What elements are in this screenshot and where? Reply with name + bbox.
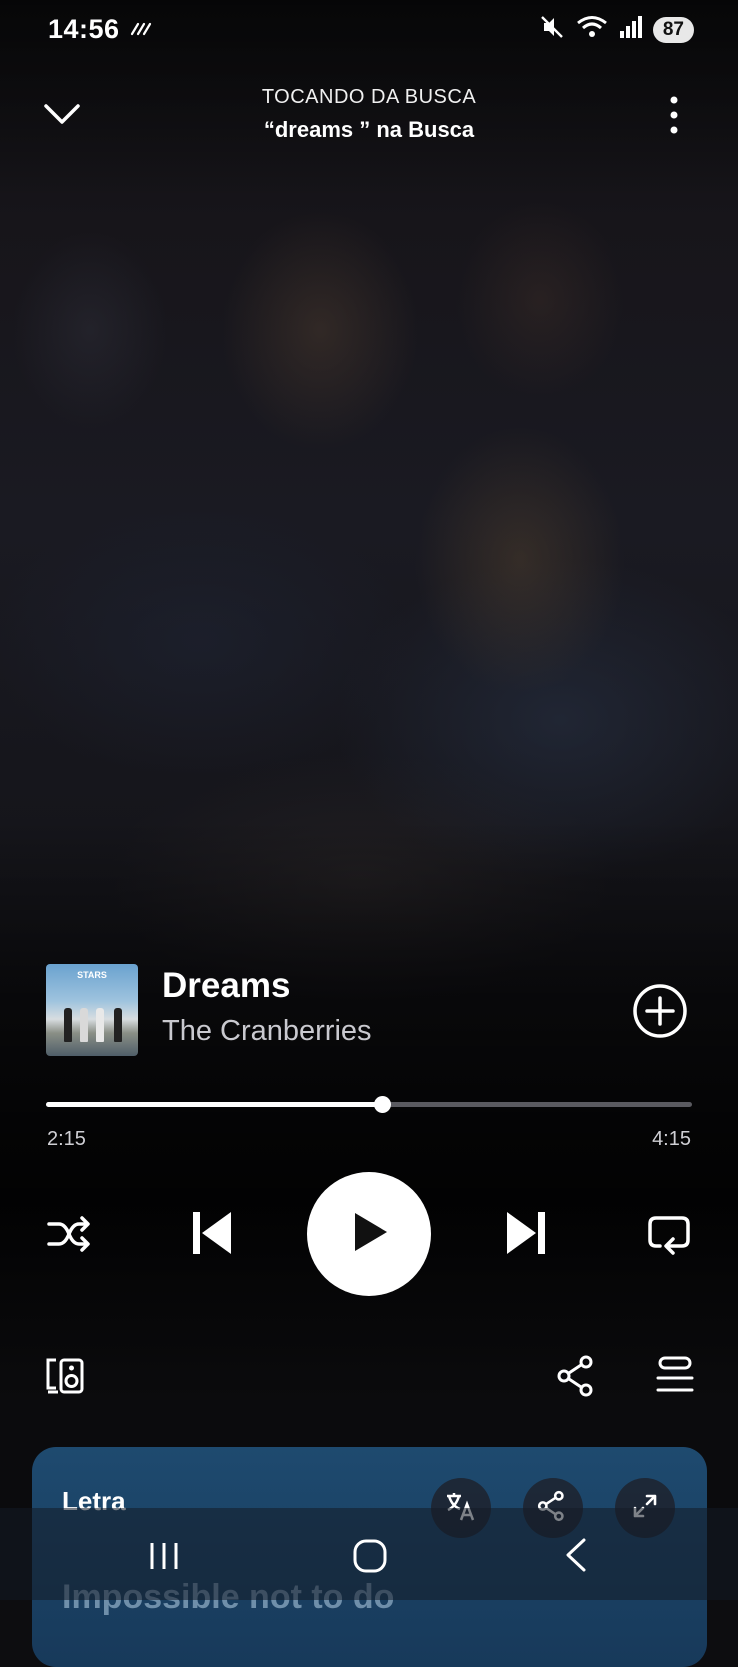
track-artist[interactable]: The Cranberries: [162, 1015, 372, 1048]
play-pause-button[interactable]: [307, 1172, 431, 1296]
previous-icon: [189, 1209, 235, 1262]
add-circle-icon: [632, 984, 688, 1043]
recent-apps-icon: [146, 1543, 182, 1576]
connect-device-button[interactable]: [44, 1354, 88, 1398]
home-icon: [352, 1539, 388, 1578]
cover-text: STARS: [77, 970, 107, 980]
add-to-library-button[interactable]: [632, 983, 688, 1039]
signal-icon: [619, 15, 643, 44]
repeat-icon: [646, 1212, 692, 1261]
queue-button[interactable]: [654, 1354, 698, 1398]
status-icons: 87: [539, 14, 694, 45]
progress-fill: [46, 1102, 382, 1107]
recent-apps-button[interactable]: [146, 1540, 182, 1577]
status-time: 14:56: [48, 14, 120, 44]
home-button[interactable]: [352, 1538, 388, 1579]
previous-button[interactable]: [188, 1210, 236, 1260]
progress-handle[interactable]: [374, 1096, 391, 1113]
track-title[interactable]: Dreams: [162, 966, 290, 1006]
queue-icon: [654, 1356, 698, 1402]
background-shade: [0, 0, 738, 1600]
connect-device-icon: [44, 1358, 88, 1402]
elapsed-time: 2:15: [47, 1128, 86, 1150]
nfc-icon: [130, 22, 152, 41]
total-time: 4:15: [652, 1128, 691, 1150]
wifi-icon: [575, 14, 609, 45]
mute-icon: [539, 14, 565, 45]
back-button[interactable]: [562, 1536, 590, 1579]
battery-indicator: 87: [652, 16, 694, 43]
next-icon: [503, 1209, 549, 1262]
repeat-button[interactable]: [644, 1212, 694, 1260]
shuffle-icon: [45, 1212, 93, 1261]
shuffle-button[interactable]: [44, 1212, 94, 1260]
back-icon: [562, 1538, 590, 1578]
share-button[interactable]: [556, 1354, 600, 1398]
next-button[interactable]: [502, 1210, 550, 1260]
album-cover-thumbnail[interactable]: STARS: [46, 964, 138, 1056]
more-options-button[interactable]: [660, 94, 688, 136]
play-icon: [349, 1210, 389, 1259]
more-vertical-icon: [660, 96, 688, 140]
playing-context-title[interactable]: “dreams ” na Busca: [0, 117, 738, 143]
share-icon: [556, 1355, 600, 1402]
playing-context-label: TOCANDO DA BUSCA: [261, 86, 477, 108]
